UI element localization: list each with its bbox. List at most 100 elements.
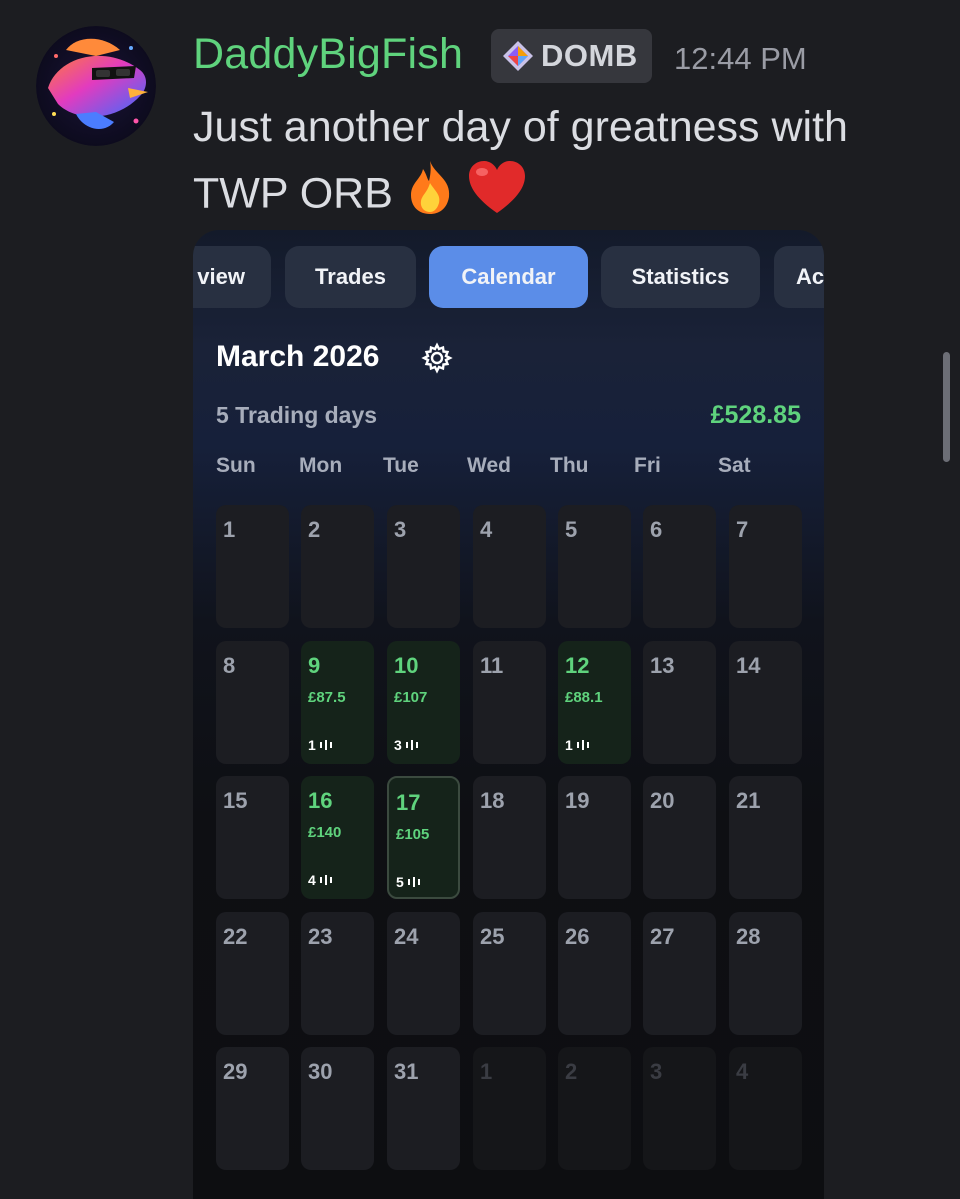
weekday-label: Thu	[550, 454, 589, 477]
calendar-day[interactable]: 18	[473, 776, 546, 899]
trade-count: 1	[565, 737, 590, 753]
calendar-day[interactable]: 17 £105 5	[387, 776, 460, 899]
image-attachment[interactable]: view Trades Calendar Statistics Ac March…	[193, 230, 824, 1199]
calendar-day[interactable]: 22	[216, 912, 289, 1035]
chat-scrollbar[interactable]	[943, 352, 950, 462]
day-number: 25	[480, 924, 505, 949]
gear-icon[interactable]	[421, 342, 453, 374]
calendar-day[interactable]: 26	[558, 912, 631, 1035]
day-number: 5	[565, 517, 578, 542]
day-number: 15	[223, 788, 248, 813]
calendar-day[interactable]: 23	[301, 912, 374, 1035]
weekday-label: Sat	[718, 454, 751, 477]
calendar-day-outside-month[interactable]: 3	[643, 1047, 716, 1170]
discord-chat-view: DaddyBigFish DOMB 12:44 PM Just another …	[0, 0, 960, 1199]
calendar-day[interactable]: 12 £88.1 1	[558, 641, 631, 764]
candlestick-icon	[319, 875, 332, 885]
server-tag[interactable]: DOMB	[491, 29, 652, 83]
candlestick-icon	[319, 740, 332, 750]
tab-calendar[interactable]: Calendar	[429, 246, 588, 308]
calendar-day[interactable]: 6	[643, 505, 716, 628]
day-number: 1	[223, 517, 236, 542]
tab-statistics[interactable]: Statistics	[601, 246, 760, 308]
tab-trades[interactable]: Trades	[285, 246, 416, 308]
tab-overview[interactable]: view	[193, 246, 271, 308]
day-number: 22	[223, 924, 248, 949]
day-number: 30	[308, 1059, 333, 1084]
tag-label: DOMB	[541, 38, 638, 73]
weekday-label: Tue	[383, 454, 419, 477]
calendar-day[interactable]: 9 £87.5 1	[301, 641, 374, 764]
calendar-day[interactable]: 7	[729, 505, 802, 628]
trade-count-value: 1	[308, 737, 316, 753]
day-number: 27	[650, 924, 675, 949]
calendar-day[interactable]: 10 £107 3	[387, 641, 460, 764]
calendar-day[interactable]: 31	[387, 1047, 460, 1170]
message-timestamp: 12:44 PM	[674, 41, 807, 76]
day-number: 1	[480, 1059, 493, 1084]
day-number: 20	[650, 788, 675, 813]
calendar-day[interactable]: 8	[216, 641, 289, 764]
day-number: 3	[650, 1059, 663, 1084]
day-number: 13	[650, 653, 675, 678]
candlestick-icon	[407, 877, 420, 887]
calendar-day[interactable]: 29	[216, 1047, 289, 1170]
day-number: 21	[736, 788, 761, 813]
diamond-tag-icon	[503, 41, 533, 71]
calendar-day[interactable]: 5	[558, 505, 631, 628]
calendar-day[interactable]: 3	[387, 505, 460, 628]
day-pnl: £105	[396, 826, 430, 843]
calendar-day[interactable]: 19	[558, 776, 631, 899]
candlestick-icon	[405, 740, 418, 750]
day-number: 18	[480, 788, 505, 813]
trading-days-count: 5 Trading days	[216, 402, 378, 428]
day-pnl: £140	[308, 824, 342, 841]
calendar-day[interactable]: 2	[301, 505, 374, 628]
calendar-day[interactable]: 28	[729, 912, 802, 1035]
day-number: 24	[394, 924, 419, 949]
calendar-day[interactable]: 20	[643, 776, 716, 899]
calendar-day-outside-month[interactable]: 4	[729, 1047, 802, 1170]
calendar-day[interactable]: 27	[643, 912, 716, 1035]
calendar-day[interactable]: 11	[473, 641, 546, 764]
day-number: 26	[565, 924, 590, 949]
trade-count: 5	[396, 874, 421, 890]
day-number: 6	[650, 517, 663, 542]
day-number: 8	[223, 653, 236, 678]
calendar-day-outside-month[interactable]: 1	[473, 1047, 546, 1170]
day-number: 12	[565, 653, 590, 678]
day-number: 29	[223, 1059, 248, 1084]
calendar-day[interactable]: 15	[216, 776, 289, 899]
calendar-day[interactable]: 1	[216, 505, 289, 628]
calendar-day[interactable]: 21	[729, 776, 802, 899]
day-number: 11	[480, 653, 504, 678]
trade-count: 4	[308, 872, 333, 888]
trade-count: 1	[308, 737, 333, 753]
red-heart-emoji	[467, 159, 527, 233]
tab-accounts[interactable]: Ac	[774, 246, 824, 308]
trade-count-value: 1	[565, 737, 573, 753]
weekday-label: Wed	[467, 454, 511, 477]
day-pnl: £88.1	[565, 689, 603, 706]
day-number: 19	[565, 788, 590, 813]
trade-count-value: 4	[308, 872, 316, 888]
calendar-day[interactable]: 16 £140 4	[301, 776, 374, 899]
day-pnl: £87.5	[308, 689, 346, 706]
candlestick-icon	[576, 740, 589, 750]
day-number: 4	[736, 1059, 749, 1084]
username[interactable]: DaddyBigFish	[193, 30, 463, 79]
calendar-day[interactable]: 14	[729, 641, 802, 764]
user-avatar[interactable]	[36, 26, 156, 146]
day-number: 14	[736, 653, 761, 678]
calendar-day[interactable]: 13	[643, 641, 716, 764]
calendar-day[interactable]: 4	[473, 505, 546, 628]
weekday-label: Fri	[634, 454, 661, 477]
calendar-day[interactable]: 25	[473, 912, 546, 1035]
day-number: 28	[736, 924, 761, 949]
tab-bar: view Trades Calendar Statistics Ac	[193, 246, 824, 310]
message-text: Just another day of greatness with TWP O…	[193, 96, 933, 233]
calendar-day-outside-month[interactable]: 2	[558, 1047, 631, 1170]
trade-count-value: 5	[396, 874, 404, 890]
calendar-day[interactable]: 30	[301, 1047, 374, 1170]
calendar-day[interactable]: 24	[387, 912, 460, 1035]
